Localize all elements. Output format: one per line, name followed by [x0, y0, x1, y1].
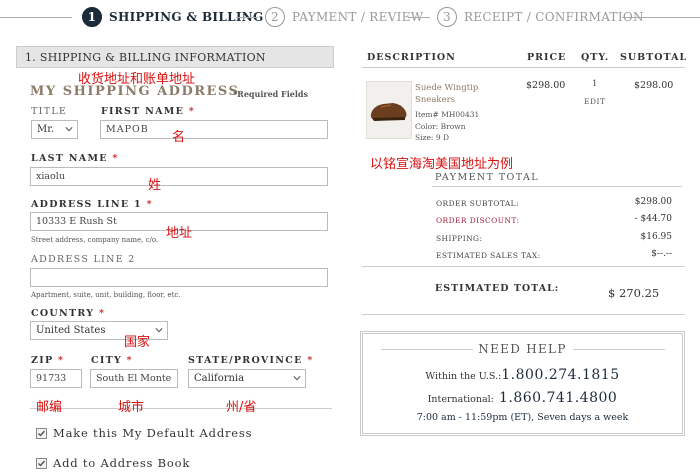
step-divider: [408, 17, 430, 18]
estimated-total-label: ESTIMATED TOTAL:: [435, 283, 560, 294]
required-fields-note: *Required Fields: [233, 89, 308, 99]
intl-phone-number[interactable]: 1.860.741.4800: [499, 390, 617, 406]
address-line2-label: ADDRESS LINE 2: [31, 254, 136, 265]
us-phone-line: Within the U.S.:1.800.274.1815: [363, 364, 682, 383]
step-label: RECEIPT / CONFIRMATION: [464, 10, 644, 24]
annotation-shipping-billing: 收货地址和账单地址: [78, 72, 196, 87]
address-line1-hint: Street address, company name, c/o.: [31, 236, 159, 244]
payment-total-title: PAYMENT TOTAL: [435, 172, 539, 183]
need-help-box: NEED HELP Within the U.S.:1.800.274.1815…: [360, 331, 685, 436]
title-label: TITLE: [31, 106, 68, 117]
state-select[interactable]: California: [188, 369, 306, 388]
col-qty: QTY.: [581, 52, 610, 63]
annotation-city: 城市: [118, 400, 145, 415]
divider: [381, 349, 473, 350]
address-line2-input[interactable]: [30, 268, 328, 287]
product-subtotal: $298.00: [634, 80, 674, 91]
us-phone-number[interactable]: 1.800.274.1815: [501, 367, 619, 383]
step-payment-review[interactable]: 2 PAYMENT / REVIEW: [265, 7, 423, 27]
chevron-down-icon: [293, 376, 301, 381]
order-subtotal-value: $298.00: [634, 197, 672, 207]
annotation-first-name: 名: [172, 130, 186, 145]
zip-input[interactable]: 91733: [30, 369, 82, 388]
annotation-country: 国家: [124, 335, 151, 350]
zip-label: ZIP *: [31, 355, 65, 366]
step-receipt-confirmation[interactable]: 3 RECEIPT / CONFIRMATION: [437, 7, 644, 27]
product-item-number: Item# MH00431: [415, 110, 480, 119]
address-line2-hint: Apartment, suite, unit, building, floor,…: [31, 291, 181, 299]
intl-phone-line: International: 1.860.741.4800: [363, 387, 682, 406]
title-select[interactable]: Mr.: [31, 120, 78, 139]
annotation-state: 州/省: [226, 400, 257, 415]
divider: [362, 67, 685, 68]
state-select-value: California: [194, 373, 245, 384]
divider: [573, 349, 665, 350]
default-address-label: Make this My Default Address: [53, 426, 253, 440]
shipping-value: $16.95: [640, 232, 673, 242]
default-address-checkbox[interactable]: [36, 428, 47, 439]
step-label: PAYMENT / REVIEW: [292, 10, 424, 24]
address-book-checkbox[interactable]: [36, 458, 47, 469]
col-description: DESCRIPTION: [367, 52, 456, 63]
sales-tax-value: $--.--: [651, 249, 672, 259]
state-label: STATE/PROVINCE *: [188, 355, 314, 366]
checkout-steps: 1 SHIPPING & BILLING 2 PAYMENT / REVIEW …: [0, 0, 700, 36]
city-label: CITY *: [91, 355, 133, 366]
title-select-value: Mr.: [37, 124, 55, 135]
product-size: Size: 9 D: [415, 133, 450, 142]
city-input[interactable]: South El Monte: [90, 369, 178, 388]
step-number: 2: [265, 7, 285, 27]
shoe-icon: [370, 103, 407, 121]
last-name-input[interactable]: xiaolu: [30, 167, 328, 186]
annotation-last-name: 姓: [148, 178, 162, 193]
checkmark-icon: [38, 430, 46, 437]
checkmark-icon: [38, 460, 46, 467]
product-price: $298.00: [526, 80, 566, 91]
address-line1-label: ADDRESS LINE 1 *: [31, 199, 153, 210]
address-book-label: Add to Address Book: [53, 456, 191, 470]
last-name-label: LAST NAME *: [31, 153, 119, 164]
divider: [362, 266, 685, 267]
step-divider: [622, 17, 700, 18]
order-discount-label: ORDER DISCOUNT:: [436, 216, 520, 225]
annotation-example: 以铭宣海淘美国地址为例: [370, 157, 514, 172]
annotation-zip: 邮编: [36, 400, 63, 415]
chevron-down-icon: [155, 328, 163, 333]
support-hours: 7:00 am - 11:59pm (ET), Seven days a wee…: [416, 412, 629, 423]
step-divider: [236, 17, 258, 18]
intl-phone-label: International:: [427, 394, 494, 405]
col-price: PRICE: [527, 52, 567, 63]
product-qty: 1: [592, 79, 598, 89]
chevron-down-icon: [65, 127, 73, 132]
section-title-bar: 1. SHIPPING & BILLING INFORMATION: [16, 46, 334, 68]
first-name-label: FIRST NAME *: [101, 106, 196, 117]
country-select-value: United States: [36, 325, 106, 336]
step-divider: [0, 17, 72, 18]
order-subtotal-label: ORDER SUBTOTAL:: [436, 199, 519, 208]
product-name[interactable]: Suede Wingtip Sneakers: [415, 82, 505, 106]
order-discount-value: - $44.70: [634, 214, 672, 224]
estimated-total-value: $ 270.25: [608, 286, 660, 300]
product-image[interactable]: [366, 81, 412, 139]
divider: [30, 408, 332, 409]
country-label: COUNTRY *: [31, 308, 106, 319]
col-subtotal: SUBTOTAL: [620, 52, 688, 63]
divider: [432, 186, 682, 187]
us-phone-label: Within the U.S.:: [425, 371, 502, 382]
step-number: 3: [437, 7, 457, 27]
shipping-label: SHIPPING:: [436, 234, 483, 243]
product-color: Color: Brown: [415, 122, 466, 131]
step-number: 1: [82, 7, 102, 27]
first-name-input[interactable]: MAPOB: [100, 120, 328, 139]
divider: [362, 314, 685, 315]
annotation-address: 地址: [166, 226, 193, 241]
sales-tax-label: ESTIMATED SALES TAX:: [436, 251, 541, 260]
edit-link[interactable]: EDIT: [584, 97, 605, 106]
